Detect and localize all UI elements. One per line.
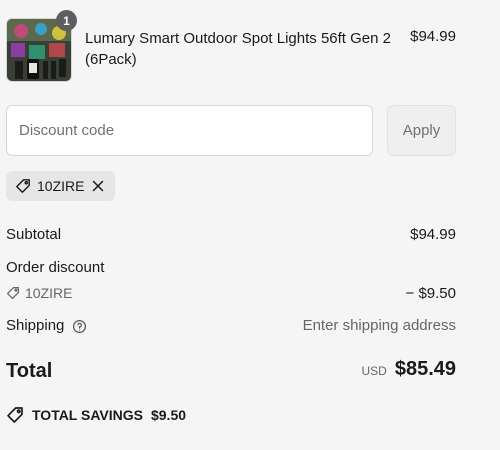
total-savings-label: TOTAL SAVINGS <box>32 407 143 423</box>
subtotal-value: $94.99 <box>410 226 456 243</box>
discount-value: − $9.50 <box>405 285 456 302</box>
applied-discount-chip: 10ZIRE <box>6 171 116 201</box>
apply-discount-button[interactable]: Apply <box>387 105 456 156</box>
product-price: $94.99 <box>410 28 456 45</box>
discount-code-input[interactable] <box>6 105 373 156</box>
discount-code-line: 10ZIRE <box>6 285 456 301</box>
discount-code-text: 10ZIRE <box>25 285 73 301</box>
close-icon[interactable] <box>90 178 106 194</box>
total-amount-group: USD $85.49 <box>361 358 456 381</box>
info-icon[interactable] <box>72 319 87 334</box>
order-discount-label: Order discount <box>6 259 105 276</box>
applied-discount-code: 10ZIRE <box>37 178 85 194</box>
tag-icon <box>15 178 31 194</box>
subtotal-row: Subtotal $94.99 <box>6 226 456 243</box>
subtotal-label: Subtotal <box>6 226 62 243</box>
total-savings: TOTAL SAVINGS $9.50 <box>6 406 186 424</box>
currency-code: USD <box>361 364 387 378</box>
total-amount: $85.49 <box>394 358 456 380</box>
tag-icon <box>6 406 24 424</box>
total-savings-value: $9.50 <box>150 407 187 423</box>
quantity-badge: 1 <box>56 10 77 31</box>
shipping-label: Shipping <box>6 317 65 334</box>
product-thumbnail-wrap: 1 <box>6 10 77 82</box>
shipping-value: Enter shipping address <box>302 317 456 334</box>
total-row: Total USD $85.49 <box>6 358 456 386</box>
shipping-row: Shipping Enter shipping address <box>6 317 456 334</box>
discount-code-row: 10ZIRE − $9.50 <box>6 285 456 302</box>
total-label: Total <box>6 360 53 382</box>
product-title: Lumary Smart Outdoor Spot Lights 56ft Ge… <box>85 30 391 68</box>
order-discount-row: Order discount <box>6 259 456 276</box>
tag-icon <box>6 286 20 300</box>
cart-line-item: 1 Lumary Smart Outdoor Spot Lights 56ft … <box>6 10 456 82</box>
